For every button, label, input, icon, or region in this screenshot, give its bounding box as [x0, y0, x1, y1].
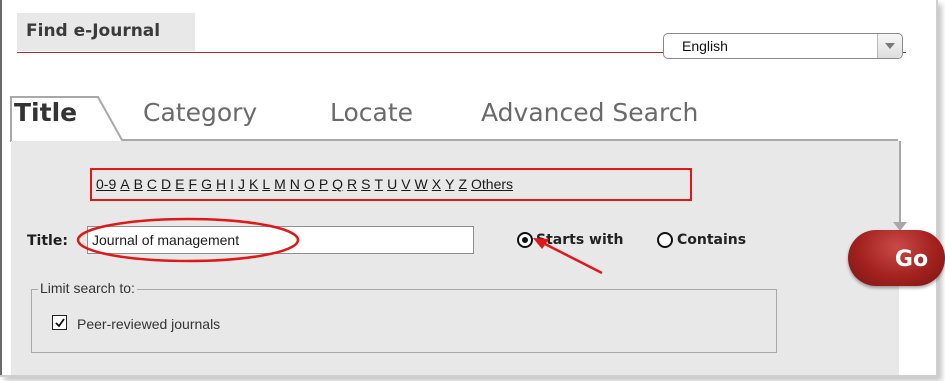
contains-radio[interactable]: [657, 232, 673, 248]
panel-right-border: [899, 141, 901, 226]
alpha-link-n[interactable]: N: [290, 176, 300, 192]
alpha-link-b[interactable]: B: [134, 176, 143, 192]
tab-locate[interactable]: Locate: [330, 98, 413, 127]
alpha-link-t[interactable]: T: [375, 176, 384, 192]
language-select[interactable]: English: [663, 33, 903, 59]
title-highlight-ellipse: [76, 217, 300, 263]
tab-title[interactable]: Title: [14, 98, 77, 127]
alpha-link-k[interactable]: K: [249, 176, 258, 192]
alpha-link-q[interactable]: Q: [332, 176, 343, 192]
alpha-link-o[interactable]: O: [304, 176, 315, 192]
alpha-link-y[interactable]: Y: [445, 176, 454, 192]
alpha-link-h[interactable]: H: [216, 176, 226, 192]
page-title: Find e-Journal: [26, 21, 161, 41]
annotation-arrow-icon: [533, 238, 603, 275]
alpha-link-m[interactable]: M: [274, 176, 286, 192]
alpha-link-j[interactable]: J: [238, 176, 245, 192]
language-select-value: English: [682, 38, 728, 54]
language-dropdown-button[interactable]: [877, 34, 902, 58]
alpha-link-e[interactable]: E: [175, 176, 184, 192]
alphabet-nav: 0-9 A B C D E F G H I J K L M N O P Q R …: [96, 176, 513, 192]
contains-label: Contains: [677, 232, 747, 248]
alpha-link-d[interactable]: D: [161, 176, 171, 192]
alpha-link-w[interactable]: W: [415, 176, 428, 192]
checkmark-icon: [55, 318, 65, 328]
go-button[interactable]: Go: [848, 230, 945, 286]
alpha-link-v[interactable]: V: [401, 176, 410, 192]
tab-category[interactable]: Category: [143, 98, 257, 127]
alpha-link-x[interactable]: X: [432, 176, 441, 192]
peer-reviewed-checkbox[interactable]: [52, 315, 67, 330]
go-button-label: Go: [894, 246, 929, 272]
window-left-border: [0, 0, 2, 375]
alpha-link-s[interactable]: S: [361, 176, 370, 192]
alpha-link-l[interactable]: L: [262, 176, 270, 192]
alpha-link-f[interactable]: F: [189, 176, 198, 192]
tab-advanced-search[interactable]: Advanced Search: [481, 98, 698, 127]
limit-search-legend: Limit search to:: [38, 280, 137, 296]
alpha-link-r[interactable]: R: [347, 176, 357, 192]
chevron-down-icon: [885, 43, 895, 49]
alpha-link-i[interactable]: I: [230, 176, 234, 192]
alpha-link-u[interactable]: U: [387, 176, 397, 192]
peer-reviewed-label: Peer-reviewed journals: [77, 316, 221, 332]
alpha-link-z[interactable]: Z: [458, 176, 467, 192]
alpha-link-g[interactable]: G: [201, 176, 212, 192]
alpha-link-c[interactable]: C: [147, 176, 157, 192]
alpha-link-0-9[interactable]: 0-9: [96, 176, 116, 192]
alpha-link-others[interactable]: Others: [471, 176, 513, 192]
alpha-link-a[interactable]: A: [120, 176, 129, 192]
title-field-label: Title:: [27, 233, 68, 249]
alpha-link-p[interactable]: P: [319, 176, 328, 192]
tab-outline: [10, 96, 898, 142]
